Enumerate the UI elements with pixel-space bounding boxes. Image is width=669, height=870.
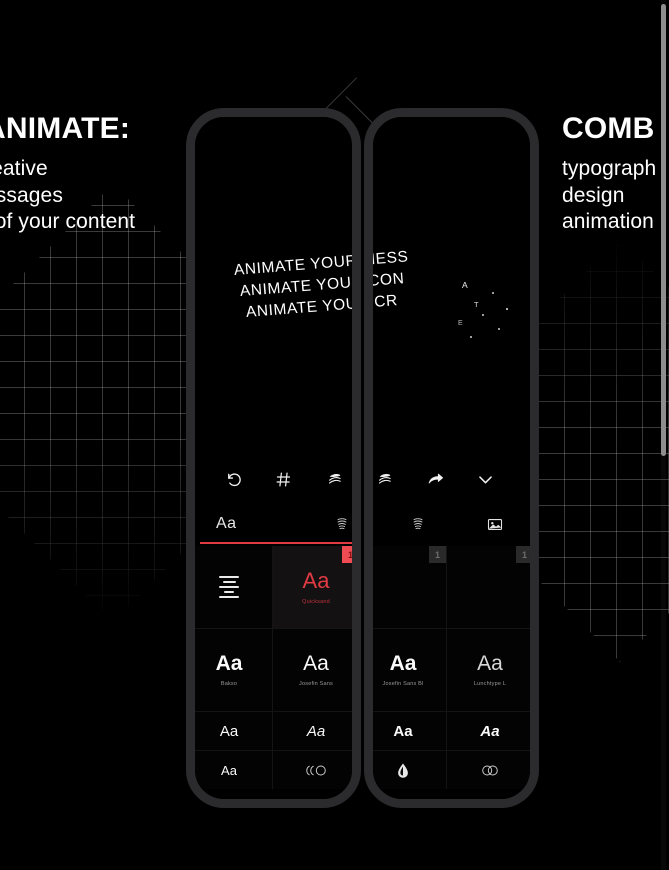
grid-cell-style-bold[interactable]: Aa: [373, 712, 446, 750]
text-align-icon: [219, 573, 239, 601]
undo-icon[interactable]: [218, 464, 248, 494]
grid-cell-align[interactable]: [195, 546, 272, 628]
grid-cell-droplet[interactable]: [360, 751, 361, 789]
copy-right-headline: COMB: [562, 112, 655, 145]
status-badge: 1: [429, 546, 446, 563]
grid-cell-font-selected[interactable]: 1 Aa Quicksand: [273, 546, 352, 628]
grid-cell-arc[interactable]: [273, 751, 352, 789]
font-name-label: Lunchtype L: [473, 681, 507, 687]
grid-cell-style-regular[interactable]: Aa: [195, 712, 272, 750]
font-sample: Aa: [302, 567, 330, 593]
grid-cell-font[interactable]: Aa Josefin Sans: [273, 629, 352, 711]
grid-cell-font[interactable]: Aa Bakso: [195, 629, 272, 711]
panel-tabbar: Aa: [195, 504, 352, 544]
panel-tabbar-right: Aa: [373, 504, 530, 544]
editor-toolbar-right: [373, 456, 530, 502]
copy-right-line-3: animation: [562, 210, 654, 234]
grid-cell-font[interactable]: Aa Lunchtype L: [447, 629, 530, 711]
particle-dot: [470, 336, 472, 338]
share-arrow-icon[interactable]: [420, 464, 450, 494]
grid-cell-style-bold[interactable]: Aa: [360, 712, 361, 750]
grid-cell-style-extra[interactable]: Aa: [195, 751, 272, 789]
droplet-icon: [398, 763, 408, 778]
page-scrollbar-thumb[interactable]: [661, 4, 666, 456]
copy-left-headline: ANIMATE:: [0, 112, 131, 145]
font-sample: Aa: [215, 652, 243, 675]
particle-letter-2: T: [474, 300, 480, 309]
chevron-down-icon[interactable]: [471, 464, 501, 494]
font-picker-grid-right: 1 Aa Quicksand 1 1 Aa Bakso Aa Josefin S…: [373, 546, 530, 789]
particle-dot: [492, 292, 494, 294]
app-screen-left: ANIMATE YOUR MESS ANIMATE YOUR CON ANIMA…: [195, 117, 361, 799]
grid-cell-empty-1[interactable]: 1: [373, 546, 446, 628]
font-picker-grid: 1 Aa Quicksand 1 1 Aa Bakso Aa Josefin: [195, 546, 361, 789]
animation-canvas-right[interactable]: ANIMATE YOUR MESS ANIMATE YOUR CON ANIMA…: [364, 248, 530, 338]
phone-mockup-right: ANIMATE YOUR MESS ANIMATE YOUR CON ANIMA…: [364, 108, 539, 808]
animated-word-line-3: ANIMATE YOUR CR: [364, 292, 399, 321]
tab-wave[interactable]: [373, 504, 380, 544]
marketing-copy-left: ANIMATE: reative essages l of your conte…: [0, 110, 135, 236]
font-name-label: Josefin Sans Bl: [382, 681, 424, 687]
font-sample: Aa: [477, 652, 503, 675]
tab-wave-alt[interactable]: [380, 504, 456, 544]
font-name-label: Bakso: [220, 681, 238, 687]
tab-wave[interactable]: [304, 504, 352, 544]
font-name-label: Josefin Sans: [299, 681, 333, 687]
phone-mockup-left: ANIMATE YOUR MESS ANIMATE YOUR CON ANIMA…: [186, 108, 361, 808]
status-badge: 1: [516, 546, 530, 563]
grid-cell-double-circle[interactable]: [447, 751, 530, 789]
font-sample: Aa: [389, 652, 417, 675]
app-screen-right: ANIMATE YOUR MESS ANIMATE YOUR CON ANIMA…: [364, 117, 530, 799]
copy-left-line-3: l of your content: [0, 210, 136, 234]
particle-letter-3: E: [458, 320, 464, 327]
grid-cell-style-italic[interactable]: Aa: [273, 712, 352, 750]
tab-text[interactable]: Aa: [195, 504, 304, 544]
particle-dot: [498, 328, 500, 330]
copy-right-line-1: typograph: [562, 157, 657, 181]
grid-cell-empty-1[interactable]: 1: [360, 546, 361, 628]
grid-cell-empty-2[interactable]: 1: [447, 546, 530, 628]
copy-left-line-1: reative: [0, 157, 48, 181]
editor-toolbar: [195, 456, 352, 502]
active-tab-indicator: [200, 542, 352, 544]
font-sample: Aa: [219, 722, 239, 740]
particle-dot: [482, 314, 484, 316]
grid-cell-font[interactable]: Aa Josefin Sans Bl: [360, 629, 361, 711]
font-sample: Aa: [221, 762, 237, 778]
font-name-label: Quicksand: [302, 598, 330, 605]
double-circle-icon: [482, 765, 498, 775]
font-sample: Aa: [303, 652, 329, 675]
grid-cell-droplet[interactable]: [373, 751, 446, 789]
animation-canvas[interactable]: ANIMATE YOUR MESS ANIMATE YOUR CON ANIMA…: [230, 248, 352, 336]
particle-dot: [506, 308, 508, 310]
font-sample: Aa: [306, 722, 326, 740]
layers-alt-icon[interactable]: [373, 464, 400, 494]
grid-icon[interactable]: [269, 464, 299, 494]
grid-cell-font[interactable]: Aa Josefin Sans Bl: [373, 629, 446, 711]
font-sample: Aa: [480, 722, 500, 740]
screenshot-stage: ANIMATE: reative essages l of your conte…: [0, 0, 669, 870]
grid-cell-style-bold-italic[interactable]: Aa: [447, 712, 530, 750]
tab-image[interactable]: [457, 504, 530, 544]
copy-right-line-2: design: [562, 183, 625, 207]
font-sample: Aa: [393, 722, 413, 740]
particle-letter-1: A: [462, 280, 469, 290]
marketing-copy-right: COMB typograph design animation: [562, 110, 656, 236]
arc-circle-icon: [306, 765, 326, 775]
copy-left-line-2: essages: [0, 183, 63, 207]
layers-icon[interactable]: [319, 464, 349, 494]
status-badge: 1: [342, 546, 352, 563]
